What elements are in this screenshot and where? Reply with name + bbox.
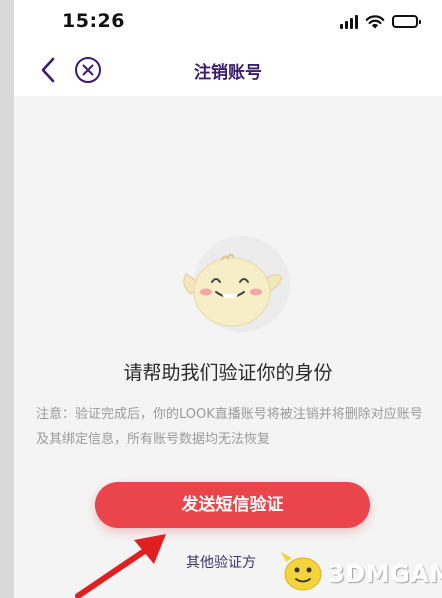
watermark: 3DMGAME (278, 548, 442, 598)
mascot-illustration (178, 236, 294, 334)
send-sms-verification-button[interactable]: 发送短信验证 (95, 482, 370, 528)
warning-note: 注意：验证完成后，你的LOOK直播账号将被注销并将删除对应账号及其绑定信息，所有… (36, 407, 423, 447)
verify-identity-heading: 请帮助我们验证你的身份 (123, 362, 333, 384)
status-time: 15:26 (62, 10, 125, 32)
main-content: 请帮助我们验证你的身份 注意：验证完成后，你的LOOK直播账号将被注销并将删除对… (14, 96, 442, 598)
wifi-icon (365, 15, 385, 29)
other-verification-methods-link[interactable]: 其他验证方 (186, 552, 256, 572)
watermark-mascot-icon (281, 552, 322, 591)
red-arrow-annotation (75, 534, 166, 598)
watermark-text: 3DMGAME (328, 560, 442, 588)
nav-bar: 注销账号 (14, 44, 442, 96)
phone-screen: 15:26 注销账号 请帮助我们验证你的身份 注意：验证完成后，你的LOOK直播… (14, 0, 442, 598)
status-icons (340, 14, 421, 29)
signal-icon (340, 14, 358, 29)
status-bar: 15:26 (14, 0, 442, 44)
left-edge-strip (0, 0, 14, 598)
page-title: 注销账号 (194, 63, 262, 83)
battery-icon (392, 15, 421, 28)
